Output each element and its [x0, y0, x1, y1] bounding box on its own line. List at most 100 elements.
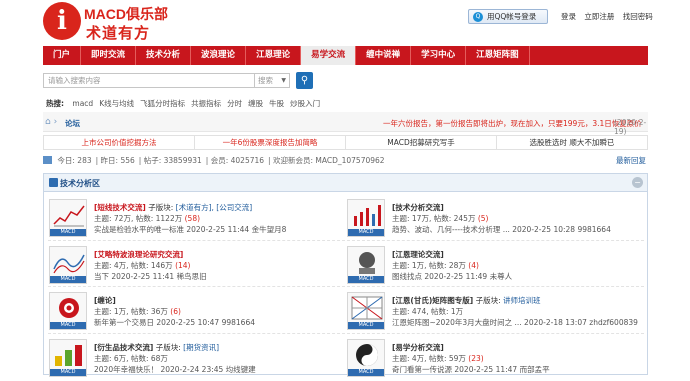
forum-name-link[interactable]: [江恩理论交流]	[392, 250, 444, 259]
search-button[interactable]: ⚲	[296, 72, 313, 89]
hot-search-link[interactable]: 缠股	[248, 99, 263, 108]
forum-last-post[interactable]: 奇门看第一传说源 2020-2-25 11:47 而部孟平	[392, 364, 550, 375]
forum-new-count: (6)	[167, 307, 181, 316]
forum-last-post[interactable]: 实战是检验水平的唯一标准 2020-2-25 11:44 金牛望月8	[94, 224, 286, 235]
forum-meta: 主题: 4万, 帖数: 59万 (23)	[392, 353, 484, 364]
ad-link[interactable]: 一年6份股票深度报告加简略	[195, 136, 346, 149]
forum-last-post[interactable]: 图线找点 2020-2-25 11:49 未尊人	[392, 271, 512, 282]
login-link[interactable]: 登录	[561, 12, 576, 21]
qq-login-button[interactable]: Q 用QQ帐号登录	[468, 9, 548, 24]
stats-icon	[43, 156, 52, 164]
forum-title: [江恩(甘氏)矩阵图专版] 子版块: 讲师培训班	[392, 295, 541, 306]
home-icon[interactable]: ⌂ ›	[45, 117, 57, 127]
forum-last-post[interactable]: 新年第一个交易日 2020-2-25 10:47 9981664	[94, 317, 255, 328]
forum-thumbnail[interactable]: MACD	[49, 199, 87, 237]
nav-item[interactable]: 江恩矩阵图	[466, 46, 530, 65]
forum-last-post[interactable]: 2020年幸福快乐！ 2020-2-24 23:45 均线键建	[94, 364, 256, 375]
macd-tag: MACD	[50, 229, 86, 236]
stat-newest-member[interactable]: 欢迎新会员: MACD_107570962	[273, 156, 385, 165]
search-type-select[interactable]: 搜索 ▼	[255, 73, 290, 88]
breadcrumb-forum[interactable]: 论坛	[65, 118, 80, 129]
nav-item[interactable]: 即时交流	[81, 46, 137, 65]
forum-meta: 主题: 1万, 帖数: 28万 (4)	[392, 260, 479, 271]
latest-replies-link[interactable]: 最新回复	[616, 155, 646, 166]
forum-title: [衍生品技术交流] 子版块: [期货资讯]	[94, 342, 219, 353]
notice-date: (2020-2-19)	[614, 118, 647, 136]
forum-thumbnail[interactable]: MACD	[49, 339, 87, 377]
subforum-links[interactable]: [术道有方], [公司交流]	[176, 203, 252, 212]
hot-search-link[interactable]: 分时	[227, 99, 242, 108]
search-input[interactable]: 请输入搜索内容	[43, 73, 255, 88]
forum-title: [艾略特波浪理论研究交流]	[94, 249, 183, 260]
forum-thumbnail[interactable]: MACD	[347, 339, 385, 377]
forum-counts: 主题: 6万, 帖数: 68万	[94, 354, 168, 363]
forum-stats: 今日: 283 | 昨日: 556 | 帖子: 33859931 | 会员: 4025…	[43, 155, 648, 169]
ad-link[interactable]: 选股胜选时 顺大不加瞬已	[497, 136, 647, 149]
nav-item[interactable]: 学习中心	[411, 46, 467, 65]
hot-search-link[interactable]: K线与均线	[99, 99, 134, 108]
logo-icon[interactable]: i	[43, 2, 81, 40]
subforum-links[interactable]: 讲师培训班	[503, 296, 541, 305]
forum-entry: MACD [艾略特波浪理论研究交流] 主题: 4万, 帖数: 146万 (14) 当下…	[49, 246, 339, 288]
section-title[interactable]: 技术分析区	[60, 178, 100, 189]
forum-counts: 主题: 1万, 帖数: 28万	[392, 261, 466, 270]
forum-meta: 主题: 474, 帖数: 1万	[392, 306, 463, 317]
forum-counts: 主题: 17万, 帖数: 245万	[392, 214, 476, 223]
hot-search-link[interactable]: 炒股入门	[290, 99, 320, 108]
nav-item[interactable]: 江恩理论	[246, 46, 302, 65]
hot-search-link[interactable]: 飞狐分时指标	[140, 99, 185, 108]
forum-last-post[interactable]: 趋势、波动、几何----技术分析理 ... 2020-2-25 10:28 99…	[392, 224, 611, 235]
forum-counts: 主题: 1万, 帖数: 36万	[94, 307, 168, 316]
stat-yesterday: 昨日: 556	[100, 156, 135, 165]
forum-entry: MACD [短线技术交流] 子版块: [术道有方], [公司交流] 主题: 72万,…	[49, 199, 339, 241]
forum-name-link[interactable]: [易学分析交流]	[392, 343, 444, 352]
logo-name[interactable]: MACD俱乐部	[84, 4, 168, 24]
forum-counts: 主题: 474, 帖数: 1万	[392, 307, 464, 316]
nav-item[interactable]: 易学交流	[301, 46, 357, 65]
nav-item[interactable]: 技术分析	[136, 46, 192, 65]
forum-counts: 主题: 4万, 帖数: 146万	[94, 261, 173, 270]
forum-name-link[interactable]: [短线技术交流]	[94, 203, 146, 212]
qq-login-label: 用QQ帐号登录	[487, 12, 537, 21]
section-arrow-icon	[49, 178, 58, 187]
forum-last-post[interactable]: 江恩矩阵图~2020年3月大盘时间之 ... 2020-2-18 13:07 z…	[392, 317, 638, 328]
forum-title: [江恩理论交流]	[392, 249, 444, 260]
hot-search-link[interactable]: 牛股	[269, 99, 284, 108]
notice-link[interactable]: 一年六份报告，第一份报告即将出炉，现在加入，只要199元，3.1日恢复原价	[383, 118, 642, 129]
forum-thumbnail[interactable]: MACD	[347, 246, 385, 284]
forum-new-count: (58)	[182, 214, 201, 223]
forum-name-link[interactable]: [缠论]	[94, 296, 116, 305]
nav-item[interactable]: 缠中说禅	[356, 46, 412, 65]
ad-link[interactable]: MACD招募研究写手	[346, 136, 497, 149]
forum-name-link[interactable]: [衍生品技术交流]	[94, 343, 153, 352]
forum-name-link[interactable]: [江恩(甘氏)矩阵图专版]	[392, 296, 473, 305]
subforum-links[interactable]: [期货资讯]	[183, 343, 219, 352]
collapse-icon[interactable]: −	[632, 177, 643, 188]
subforum-label: 子版块:	[153, 343, 184, 352]
ad-link[interactable]: 上市公司价值挖掘方法	[44, 136, 195, 149]
subforum-label: 子版块:	[473, 296, 504, 305]
section-header[interactable]: 技术分析区 −	[44, 174, 647, 192]
forum-name-link[interactable]: [艾略特波浪理论研究交流]	[94, 250, 183, 259]
forum-title: [易学分析交流]	[392, 342, 444, 353]
forum-thumbnail[interactable]: MACD	[49, 246, 87, 284]
macd-tag: MACD	[50, 322, 86, 329]
forum-title: [短线技术交流] 子版块: [术道有方], [公司交流]	[94, 202, 252, 213]
forgot-password-link[interactable]: 找回密码	[623, 12, 653, 21]
forum-new-count: (5)	[475, 214, 489, 223]
forum-entry: MACD [缠论] 主题: 1万, 帖数: 36万 (6) 新年第一个交易日 2020…	[49, 292, 339, 334]
forum-thumbnail[interactable]: MACD	[347, 199, 385, 237]
forum-thumbnail[interactable]: MACD	[49, 292, 87, 330]
nav-item[interactable]: 波浪理论	[191, 46, 247, 65]
nav-item[interactable]: 门户	[43, 46, 82, 65]
forum-last-post[interactable]: 当下 2020-2-25 11:41 稀鸟思旧	[94, 271, 207, 282]
hot-search-link[interactable]: 共振指标	[191, 99, 221, 108]
register-link[interactable]: 立即注册	[584, 12, 614, 21]
hot-search-link[interactable]: macd	[72, 99, 93, 108]
forum-name-link[interactable]: [技术分析交流]	[392, 203, 444, 212]
forum-thumbnail[interactable]: MACD	[347, 292, 385, 330]
search-type-label: 搜索	[258, 76, 273, 85]
forum-meta: 主题: 17万, 帖数: 245万 (5)	[392, 213, 488, 224]
ad-bar: 上市公司价值挖掘方法 一年6份股票深度报告加简略 MACD招募研究写手 选股胜选时 顺…	[43, 135, 648, 150]
forum-meta: 主题: 1万, 帖数: 36万 (6)	[94, 306, 181, 317]
